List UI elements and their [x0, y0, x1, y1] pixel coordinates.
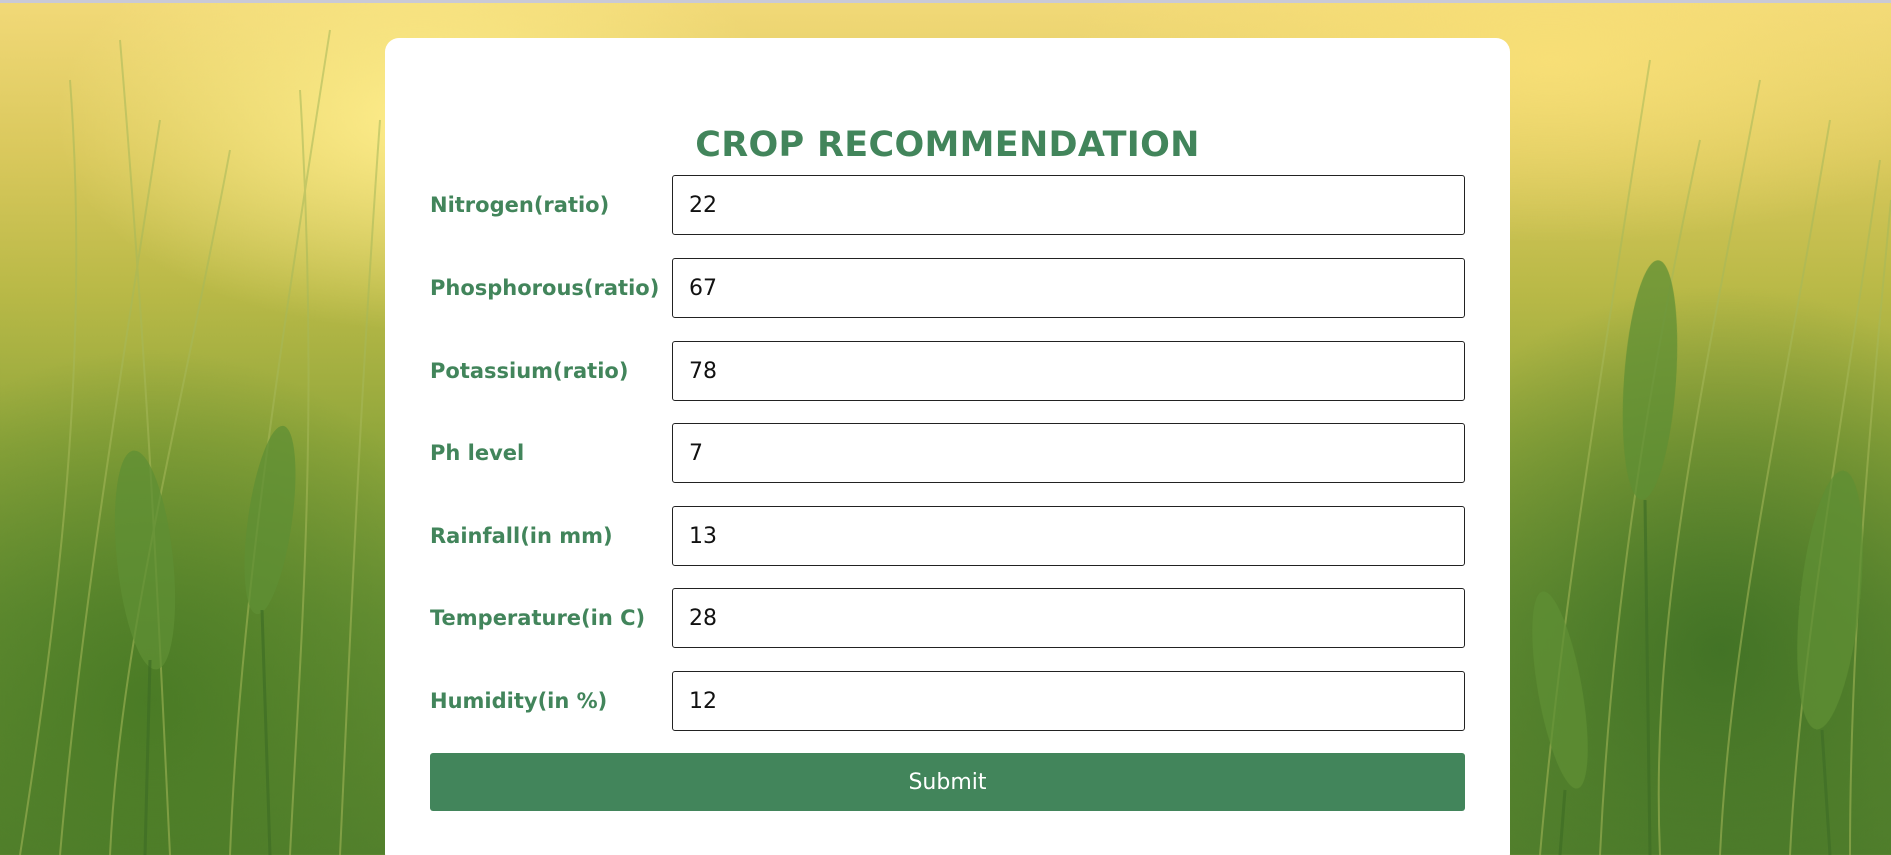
rainfall-label: Rainfall(in mm)	[430, 524, 613, 548]
submit-button[interactable]: Submit	[430, 753, 1465, 811]
form-row-ph-level: Ph level	[430, 423, 1465, 483]
potassium-input[interactable]	[672, 341, 1465, 401]
humidity-label: Humidity(in %)	[430, 689, 608, 713]
form-row-potassium: Potassium(ratio)	[430, 341, 1465, 401]
humidity-input[interactable]	[672, 671, 1465, 731]
nitrogen-input[interactable]	[672, 175, 1465, 235]
potassium-label: Potassium(ratio)	[430, 359, 629, 383]
phosphorous-label: Phosphorous(ratio)	[430, 276, 660, 300]
form-row-rainfall: Rainfall(in mm)	[430, 506, 1465, 566]
browser-top-edge	[0, 0, 1891, 3]
form-row-humidity: Humidity(in %)	[430, 671, 1465, 731]
rainfall-input[interactable]	[672, 506, 1465, 566]
ph-level-label: Ph level	[430, 441, 525, 465]
form-row-phosphorous: Phosphorous(ratio)	[430, 258, 1465, 318]
ph-level-input[interactable]	[672, 423, 1465, 483]
nitrogen-label: Nitrogen(ratio)	[430, 193, 610, 217]
crop-recommendation-form-card: CROP RECOMMENDATION Nitrogen(ratio) Phos…	[385, 38, 1510, 855]
temperature-input[interactable]	[672, 588, 1465, 648]
page-title: CROP RECOMMENDATION	[695, 125, 1200, 165]
phosphorous-input[interactable]	[672, 258, 1465, 318]
temperature-label: Temperature(in C)	[430, 606, 646, 630]
form-row-temperature: Temperature(in C)	[430, 588, 1465, 648]
form-row-nitrogen: Nitrogen(ratio)	[430, 175, 1465, 235]
